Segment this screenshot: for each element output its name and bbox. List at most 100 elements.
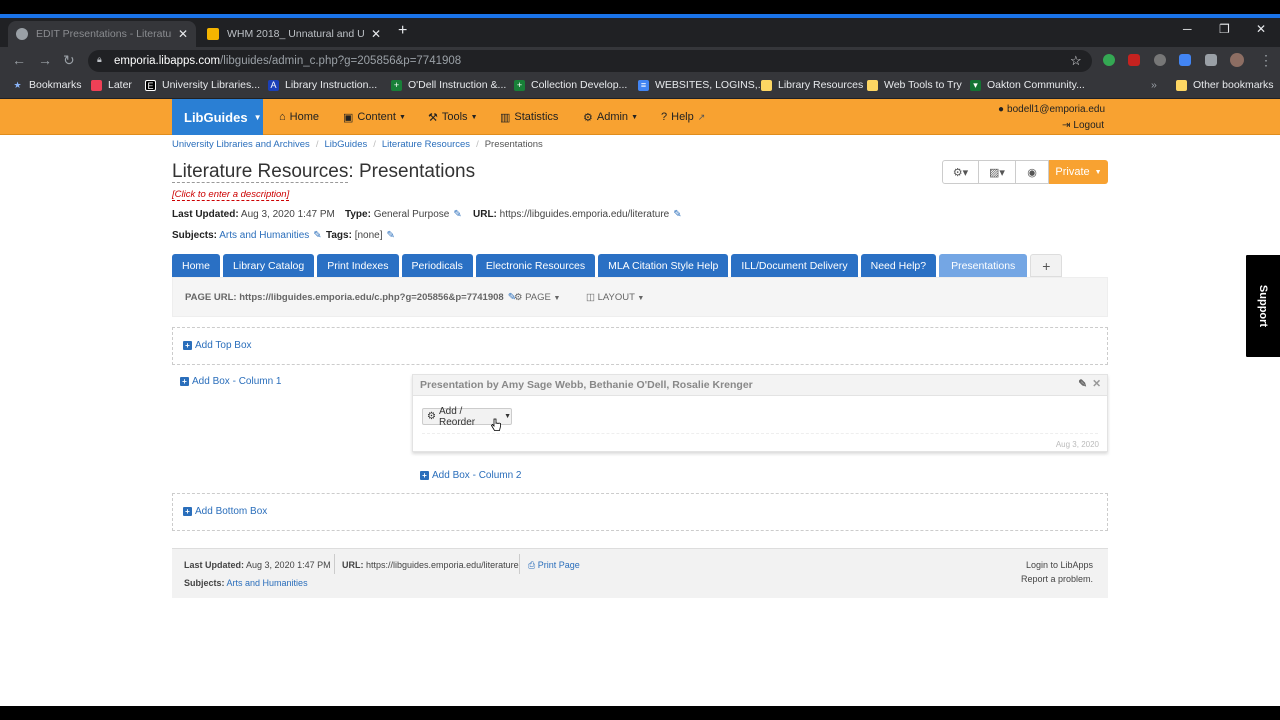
edit-pencil-icon[interactable]: ✎	[387, 230, 395, 241]
breadcrumb-item[interactable]: University Libraries and Archives	[172, 139, 310, 150]
nav-statistics[interactable]: ▥ Statistics	[500, 99, 558, 135]
bookmark-item[interactable]: + O'Dell Instruction &...	[391, 79, 506, 91]
add-col2-label: Add Box - Column 2	[432, 470, 522, 481]
caret-down-icon: ▼	[553, 295, 561, 302]
description-field[interactable]: [Click to enter a description]	[172, 189, 290, 201]
page-name[interactable]: Presentations	[359, 161, 475, 182]
url-field[interactable]: 🔒︎ emporia.libapps.com/libguides/admin_c…	[88, 50, 1092, 72]
bookmark-star-icon[interactable]: ☆	[1070, 53, 1082, 69]
bookmark-label: O'Dell Instruction &...	[408, 79, 507, 91]
bookmark-item[interactable]: Later	[91, 79, 132, 91]
report-problem-link[interactable]: Report a problem.	[1021, 574, 1093, 584]
reload-icon[interactable]: ↻	[63, 52, 75, 69]
subject-link[interactable]: Arts and Humanities	[227, 578, 308, 588]
tab-mla-citation[interactable]: MLA Citation Style Help	[598, 254, 729, 277]
login-libapps-link[interactable]: Login to LibApps	[1026, 560, 1093, 570]
web-page: LibGuides ▼ ⌂ Home ▣ Content ▼ ⚒ Tools ▼ ▥ Stat…	[0, 99, 1280, 706]
layout-menu[interactable]: ◫ LAYOUT ▼	[586, 292, 644, 303]
nav-tools[interactable]: ⚒ Tools ▼	[428, 99, 478, 135]
edit-pencil-icon[interactable]: ✎	[673, 209, 681, 220]
close-icon[interactable]: ✕	[371, 27, 381, 41]
extension-icon[interactable]	[1179, 54, 1191, 66]
bookmark-item[interactable]: ★ Bookmarks	[12, 79, 81, 91]
bookmark-item[interactable]: Other bookmarks	[1176, 79, 1274, 91]
browser-tab[interactable]: WHM 2018_ Unnatural and Unw ✕	[199, 21, 389, 47]
settings-gear-button[interactable]: ⚙▾	[942, 160, 979, 184]
restore-icon[interactable]: ❐	[1219, 22, 1230, 36]
content-icon: ▣	[343, 111, 354, 124]
user-account[interactable]: ● bodell1@emporia.edu	[998, 104, 1105, 115]
nav-help[interactable]: ? Help ↗	[661, 99, 705, 135]
e-logo-icon: E	[145, 79, 156, 91]
subject-link[interactable]: Arts and Humanities	[219, 230, 309, 241]
edit-pencil-icon[interactable]: ✎	[313, 230, 321, 241]
title-separator: :	[348, 161, 359, 182]
window-close-icon[interactable]: ✕	[1256, 22, 1266, 36]
tab-presentations[interactable]: Presentations	[939, 254, 1028, 277]
bookmark-item[interactable]: Library Resources	[761, 79, 863, 91]
avatar[interactable]	[1230, 53, 1244, 67]
breadcrumb-item[interactable]: LibGuides	[324, 139, 367, 150]
bookmark-item[interactable]: ≡ WEBSITES, LOGINS,...	[638, 79, 766, 91]
close-icon[interactable]: ✕	[178, 27, 188, 41]
add-page-button[interactable]: +	[1030, 254, 1063, 277]
bookmark-item[interactable]: A Library Instruction...	[268, 79, 377, 91]
back-icon[interactable]: ←	[12, 52, 26, 68]
lock-icon: 🔒︎	[97, 54, 102, 64]
bookmark-label: WEBSITES, LOGINS,...	[655, 79, 767, 91]
breadcrumb-item[interactable]: Literature Resources	[382, 139, 470, 150]
extension-icon[interactable]	[1154, 54, 1166, 66]
menu-kebab-icon[interactable]: ⋮	[1259, 52, 1273, 69]
add-box-column-1-link[interactable]: + Add Box - Column 1	[180, 376, 282, 387]
bookmark-item[interactable]: ▾ Oakton Community...	[970, 79, 1085, 91]
bookmark-item[interactable]: E University Libraries...	[145, 79, 260, 91]
nav-admin[interactable]: ⚙ Admin ▼	[583, 99, 638, 135]
guide-name[interactable]: Literature Resources	[172, 161, 349, 183]
tab-print-indexes[interactable]: Print Indexes	[317, 254, 399, 277]
plus-square-icon: +	[180, 377, 189, 386]
caret-down-icon: ▼	[398, 113, 406, 121]
libguides-brand-menu[interactable]: LibGuides ▼	[172, 99, 263, 135]
add-top-box-link[interactable]: + Add Top Box	[183, 340, 252, 351]
print-page-link[interactable]: ⎙ Print Page	[528, 560, 580, 571]
nav-home[interactable]: ⌂ Home	[279, 99, 319, 135]
add-box-column-2-link[interactable]: + Add Box - Column 2	[420, 470, 522, 481]
new-tab-icon[interactable]: +	[398, 22, 407, 40]
tab-ill-document-delivery[interactable]: ILL/Document Delivery	[731, 254, 858, 277]
folder-icon	[1176, 79, 1187, 91]
box-title[interactable]: Presentation by Amy Sage Webb, Bethanie …	[420, 379, 753, 391]
nav-label: Content	[357, 111, 396, 123]
tab-home[interactable]: Home	[172, 254, 221, 277]
grammarly-icon[interactable]	[1103, 54, 1115, 66]
logout-link[interactable]: ⇥ Logout	[1062, 120, 1104, 131]
forward-icon[interactable]: →	[38, 52, 52, 68]
tab-library-catalog[interactable]: Library Catalog	[223, 254, 315, 277]
edit-pencil-icon[interactable]: ✎	[1078, 378, 1087, 390]
image-button[interactable]: ▨▾	[979, 160, 1016, 184]
folder-icon	[761, 79, 772, 91]
visibility-dropdown[interactable]: Private ▼	[1049, 160, 1108, 184]
close-icon[interactable]: ✕	[1092, 378, 1101, 390]
meta-value: General Purpose	[373, 209, 450, 220]
add-bottom-box-link[interactable]: + Add Bottom Box	[183, 506, 267, 517]
bookmarks-overflow-icon[interactable]: »	[1151, 79, 1157, 91]
tab-periodicals[interactable]: Periodicals	[401, 254, 473, 277]
page-menu[interactable]: ⚙ PAGE ▼	[514, 292, 560, 303]
bookmark-item[interactable]: + Collection Develop...	[514, 79, 627, 91]
preview-button[interactable]: ◉	[1016, 160, 1049, 184]
support-tab[interactable]: Support	[1244, 253, 1280, 359]
extension-icon[interactable]	[1128, 54, 1140, 66]
layout-menu-label: LAYOUT	[597, 292, 635, 303]
minimize-icon[interactable]: ─	[1183, 22, 1192, 36]
tab-need-help[interactable]: Need Help?	[860, 254, 937, 277]
footer-value: Aug 3, 2020 1:47 PM	[246, 560, 331, 570]
page-settings-bar: PAGE URL: https://libguides.emporia.edu/…	[172, 277, 1108, 317]
brand-label: LibGuides	[184, 109, 248, 125]
puzzle-icon[interactable]	[1205, 54, 1217, 66]
browser-tab-active[interactable]: EDIT Presentations - Literature R ✕	[8, 21, 196, 47]
tab-electronic-resources[interactable]: Electronic Resources	[475, 254, 596, 277]
caret-down-icon: ▼	[1094, 168, 1102, 176]
nav-content[interactable]: ▣ Content ▼	[343, 99, 406, 135]
bookmark-item[interactable]: Web Tools to Try	[867, 79, 962, 91]
edit-pencil-icon[interactable]: ✎	[453, 209, 461, 220]
